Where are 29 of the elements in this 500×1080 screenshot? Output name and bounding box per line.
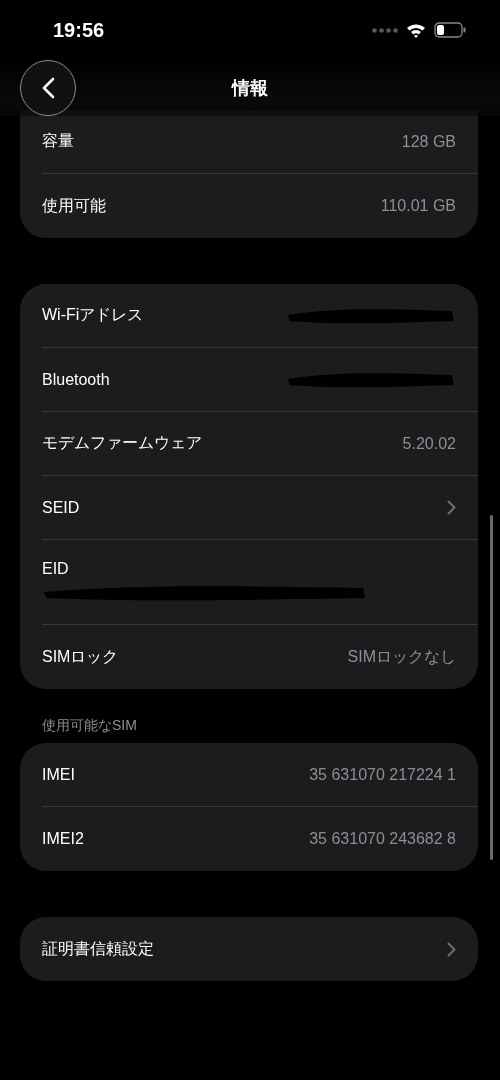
status-time: 19:56 [53, 18, 105, 42]
page-title: 情報 [232, 76, 268, 100]
chevron-icon [447, 500, 456, 515]
row-label: SEID [42, 498, 80, 517]
row-label: IMEI2 [42, 830, 84, 848]
row-value: 35 631070 217224 1 [309, 765, 456, 784]
row-label: 容量 [42, 131, 74, 151]
chevron-icon [447, 941, 456, 957]
row-label: SIMロック [42, 646, 119, 667]
row-label: 証明書信頼設定 [42, 938, 154, 959]
row-value: 35 631070 243682 8 [309, 830, 456, 848]
back-button[interactable] [20, 60, 76, 116]
row-label: Bluetooth [42, 370, 110, 389]
settings-row[interactable]: 証明書信頼設定 [42, 917, 478, 981]
row-value: 128 GB [401, 132, 456, 151]
row-value: SIMロックなし [347, 646, 456, 667]
row-label: モデムファームウェア [42, 433, 202, 453]
row-label: Wi-Fiアドレス [42, 305, 144, 325]
back-icon [41, 77, 55, 99]
row-label: IMEI [42, 765, 75, 784]
row-value: 110.01 GB [380, 197, 456, 215]
row-label: EID [42, 560, 69, 578]
row-label: 使用可能 [42, 195, 106, 216]
section-header: 使用可能なSIM [41, 717, 138, 735]
row-value: 5.20.02 [402, 434, 456, 453]
settings-row[interactable]: SEID [42, 476, 478, 540]
wifi-icon [406, 22, 426, 38]
signal-icon [372, 27, 398, 33]
battery-icon [434, 22, 466, 38]
